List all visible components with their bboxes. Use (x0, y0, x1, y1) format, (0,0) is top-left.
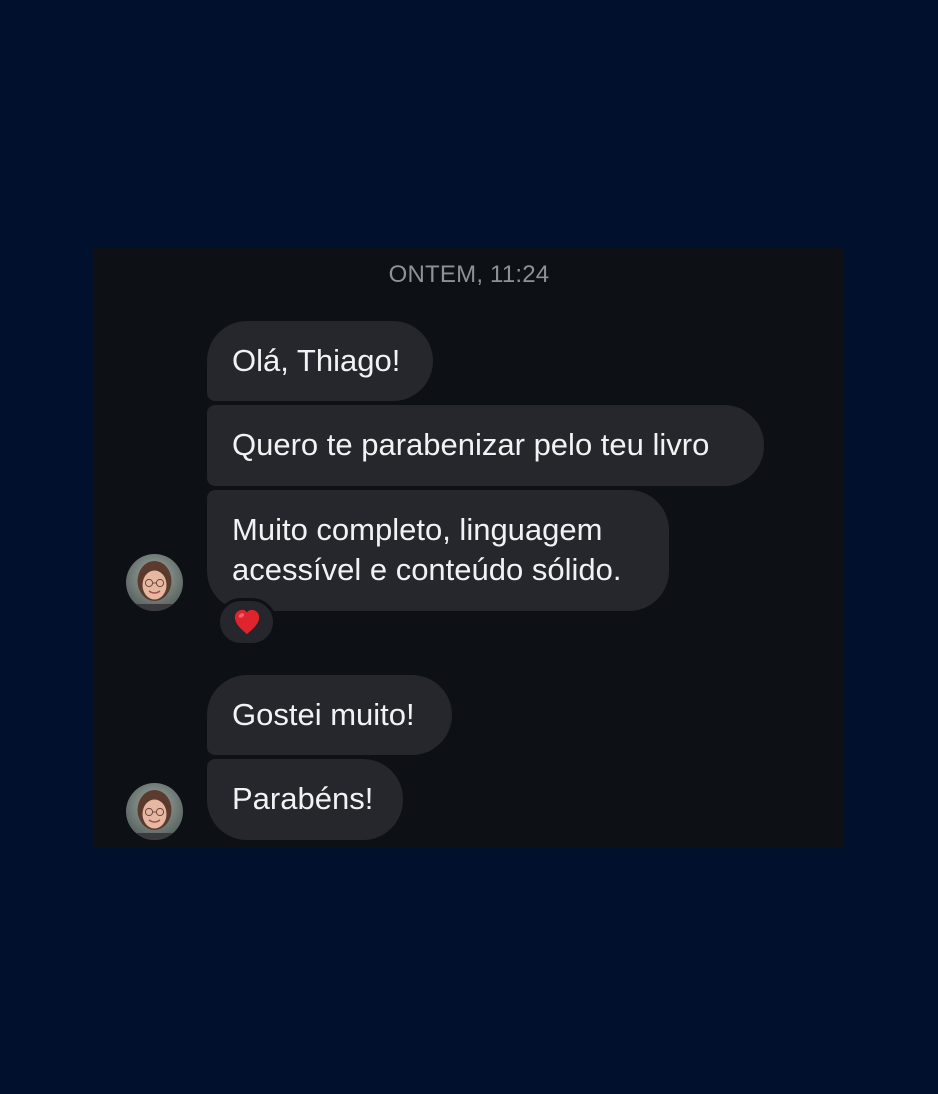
reaction-badge[interactable] (217, 598, 276, 646)
message-bubble[interactable]: Gostei muito! (207, 675, 452, 755)
avatar[interactable] (126, 554, 183, 611)
message-bubble[interactable]: Olá, Thiago! (207, 321, 433, 401)
avatar[interactable] (126, 783, 183, 840)
message-bubble[interactable]: Muito completo, linguagem acessível e co… (207, 490, 669, 611)
message-bubble[interactable]: Quero te parabenizar pelo teu livro (207, 405, 764, 486)
message-text-line: acessível e conteúdo sólido. (232, 552, 622, 587)
avatar-photo (126, 554, 183, 611)
avatar-photo (126, 783, 183, 840)
heart-icon (234, 609, 259, 635)
message-timestamp: ONTEM, 11:24 (388, 261, 550, 288)
message-bubble[interactable]: Parabéns! (207, 759, 403, 840)
message-text-line: Muito completo, linguagem (232, 512, 603, 547)
